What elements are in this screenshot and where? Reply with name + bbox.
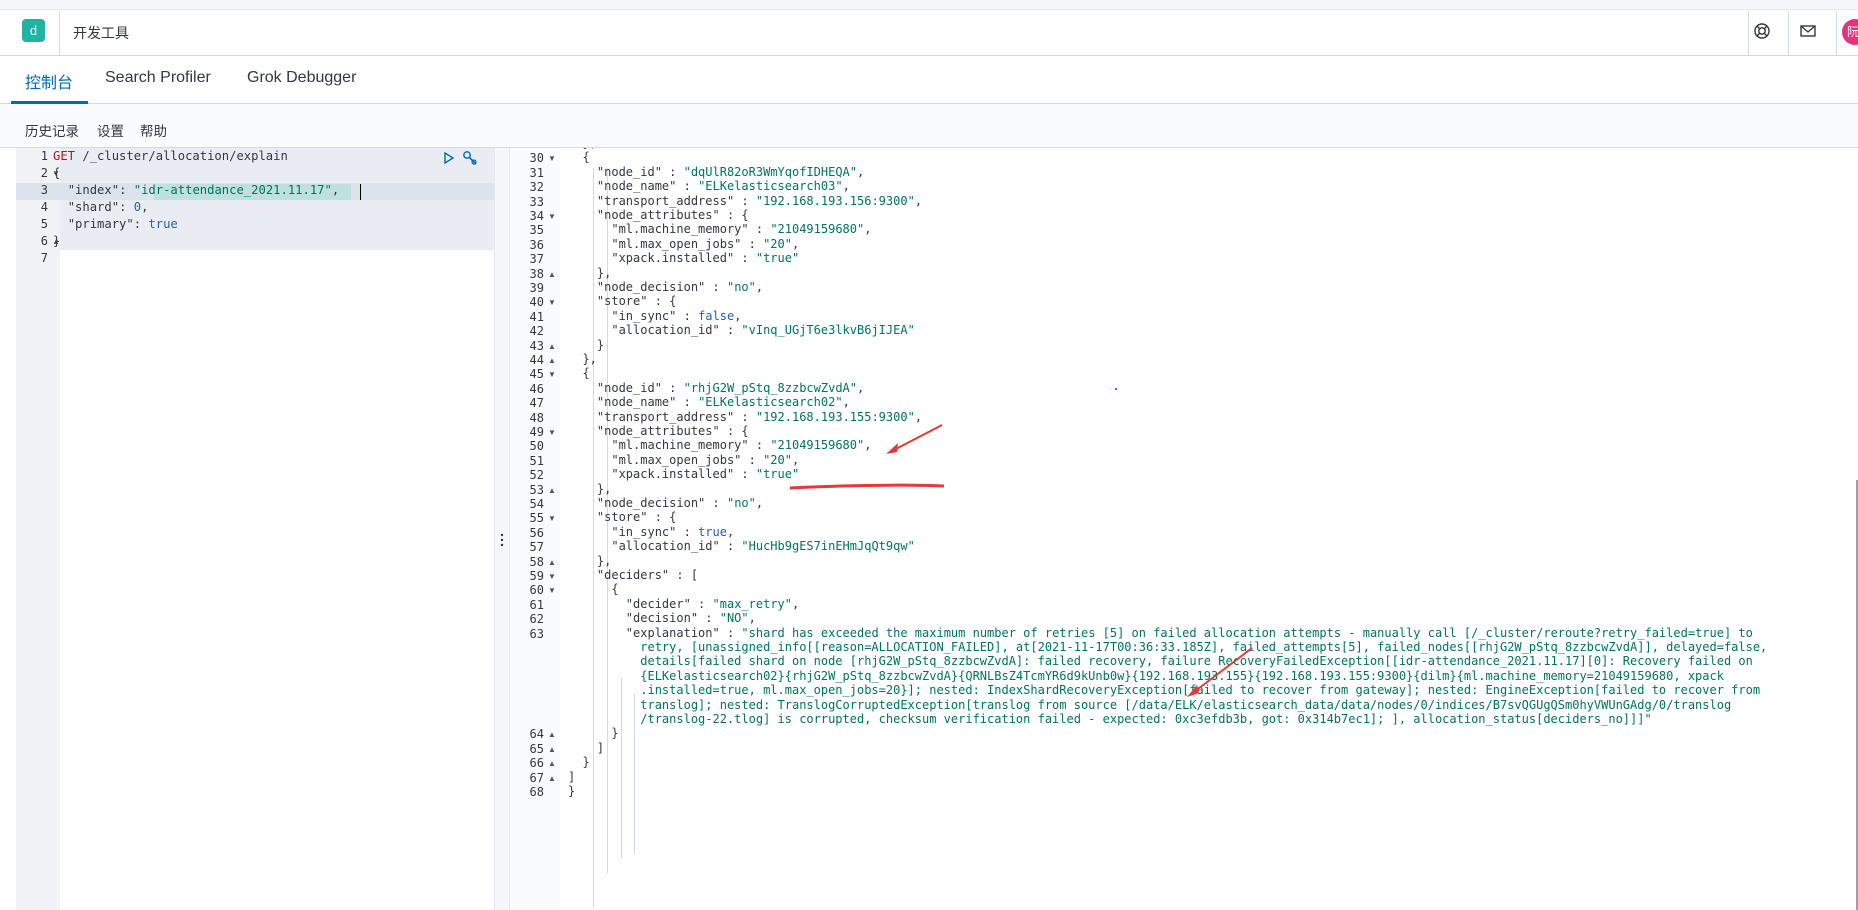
red-arrow-annotation — [1187, 647, 1253, 697]
annotation-dot — [1115, 388, 1117, 390]
red-underline-annotation — [789, 483, 945, 490]
red-arrow-annotation — [886, 424, 943, 454]
annotation-overlay — [789, 424, 1253, 697]
